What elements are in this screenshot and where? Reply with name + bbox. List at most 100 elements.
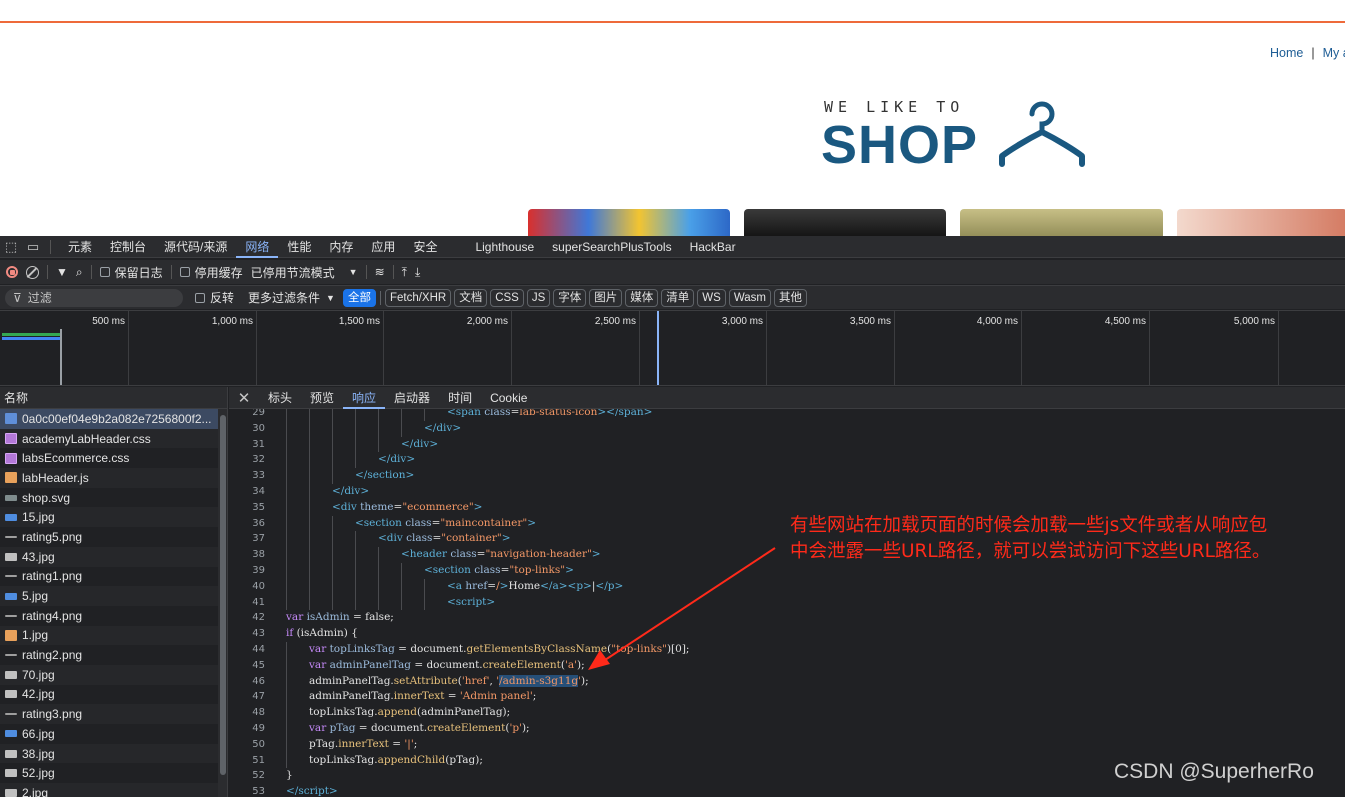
request-row[interactable]: 42.jpg [0,685,227,705]
wifi-conditions-icon[interactable]: ≋ [375,260,385,284]
tab-elements[interactable]: 元素 [59,236,101,258]
tab-sources[interactable]: 源代码/来源 [155,236,236,258]
request-row[interactable]: 52.jpg [0,763,227,783]
request-row[interactable]: labsEcommerce.css [0,448,227,468]
request-row[interactable]: 1.jpg [0,625,227,646]
throttle-select[interactable]: 已停用节流模式 ▼ [251,260,358,284]
disable-cache-checkbox[interactable]: 停用缓存 [179,260,243,284]
tab-cookies[interactable]: Cookie [481,387,536,409]
network-timeline[interactable]: 500 ms 1,000 ms 1,500 ms 2,000 ms 2,500 … [0,310,1345,386]
file-type-icon [5,535,17,538]
chip-wasm[interactable]: Wasm [728,288,771,307]
tab-preview[interactable]: 预览 [301,387,343,409]
file-type-icon [5,494,17,501]
export-icon[interactable]: ⤓ [415,260,420,284]
request-name: rating2.png [22,648,83,663]
filter-input[interactable]: ⊽ 过滤 [5,288,183,307]
request-row[interactable]: rating2.png [0,645,227,665]
request-list-scrollbar[interactable] [218,409,227,797]
tab-performance[interactable]: 性能 [278,236,320,258]
request-row[interactable]: 5.jpg [0,586,227,606]
indent-guide [286,531,287,548]
request-row[interactable]: academyLabHeader.css [0,428,227,449]
chip-ws[interactable]: WS [697,288,726,307]
product-image-1[interactable] [528,209,730,236]
tab-headers[interactable]: 标头 [259,387,301,409]
import-icon[interactable]: ⤒ [402,260,407,284]
request-row[interactable]: 66.jpg [0,724,227,744]
request-row[interactable]: 0a0c00ef04e9b2a082e7256800f2... [0,409,227,429]
name-column-header[interactable]: 名称 [0,387,227,409]
tab-initiator[interactable]: 启动器 [385,387,439,409]
indent-guide [332,594,333,611]
chip-css[interactable]: CSS [490,288,524,307]
indent-guide [355,420,356,437]
tab-application[interactable]: 应用 [362,236,404,258]
request-row[interactable]: 15.jpg [0,507,227,528]
more-filters-dropdown[interactable]: 更多过滤条件 ▼ [248,289,335,306]
record-icon [6,266,18,278]
line-number: 41 [252,596,265,608]
tab-hackbar[interactable]: HackBar [681,236,745,258]
tab-response[interactable]: 响应 [343,387,386,409]
search-icon[interactable]: ⌕ [76,260,83,284]
chip-fetch-xhr[interactable]: Fetch/XHR [384,288,452,307]
product-image-3[interactable] [960,209,1163,236]
indent-guide [286,673,287,690]
clear-icon [26,265,39,279]
chip-img[interactable]: 图片 [589,288,623,307]
chip-other[interactable]: 其他 [773,288,807,307]
request-row[interactable]: rating5.png [0,527,227,547]
indent-guide [332,409,333,421]
request-row[interactable]: rating3.png [0,704,227,724]
request-row[interactable]: rating1.png [0,567,227,587]
chip-media[interactable]: 媒体 [625,288,659,307]
chip-manifest[interactable]: 清单 [661,288,695,307]
home-link[interactable]: Home [1270,46,1303,60]
preserve-log-checkbox[interactable]: 保留日志 [99,260,163,284]
product-image-4[interactable] [1177,209,1345,236]
top-links: Home | My a [1270,46,1345,60]
filter-toggle-icon[interactable]: ▼ [56,260,68,284]
request-row[interactable]: rating4.png [0,606,227,626]
indent-guide [286,468,287,484]
scrollbar-thumb[interactable] [220,415,226,775]
indent-guide [378,420,379,437]
code-text: var isAdmin = false; [286,611,394,624]
indent-guide [378,436,379,453]
request-row[interactable]: 70.jpg [0,664,227,685]
chip-js[interactable]: JS [526,288,551,307]
product-image-2[interactable] [744,209,946,236]
indent-guide [309,578,310,595]
code-text: adminPanelTag.setAttribute('href', '/adm… [309,674,589,687]
clear-button[interactable] [26,260,39,284]
indent-guide [378,547,379,563]
line-number: 48 [252,707,265,719]
request-row[interactable]: 38.jpg [0,743,227,764]
invert-checkbox[interactable]: 反转 [195,289,234,306]
disable-cache-label: 停用缓存 [194,265,243,280]
indent-guide [286,452,287,469]
line-number: 39 [252,565,265,576]
tab-memory[interactable]: 内存 [320,236,362,258]
timeline-tick: 1,000 ms [129,311,257,385]
chip-all[interactable]: 全部 [342,288,376,307]
tab-timing[interactable]: 时间 [439,387,481,409]
request-row[interactable]: shop.svg [0,488,227,508]
tab-network[interactable]: 网络 [236,236,279,258]
tab-console[interactable]: 控制台 [101,236,155,258]
inspect-icon[interactable]: ⬚ [0,236,22,258]
device-toggle-icon[interactable]: ▭ [22,236,44,258]
record-button[interactable] [6,260,18,284]
tab-supersearch[interactable]: superSearchPlusTools [543,236,680,258]
close-icon[interactable]: ✕ [229,389,259,407]
tab-security[interactable]: 安全 [404,236,446,258]
code-text: } [286,769,293,782]
request-row[interactable]: 43.jpg [0,546,227,567]
chip-font[interactable]: 字体 [553,288,587,307]
tab-lighthouse[interactable]: Lighthouse [466,236,543,258]
request-row[interactable]: labHeader.js [0,468,227,488]
my-account-link[interactable]: My a [1323,46,1345,60]
chip-doc[interactable]: 文档 [454,288,488,307]
request-row[interactable]: 2.jpg [0,783,227,797]
